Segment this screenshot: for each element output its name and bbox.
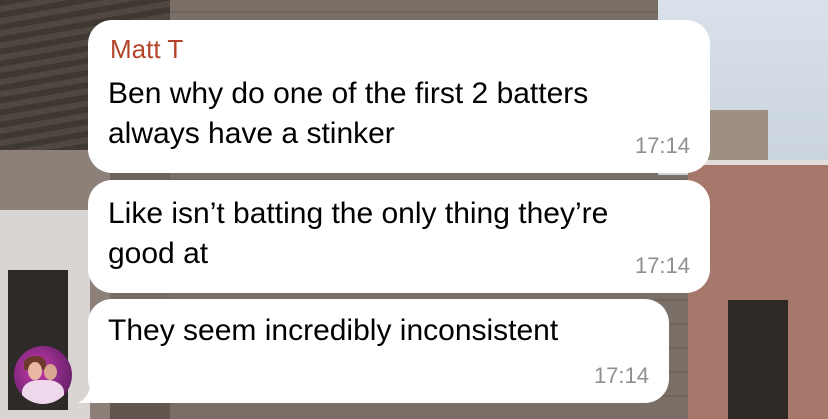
sender-avatar[interactable] (14, 346, 72, 404)
message-text: Like isn’t batting the only thing they’r… (108, 197, 609, 270)
message-bubble[interactable]: They seem incredibly inconsistent 17:14 (88, 299, 669, 403)
message-bubble[interactable]: Like isn’t batting the only thing they’r… (88, 180, 710, 293)
message-text: They seem incredibly inconsistent (108, 314, 559, 347)
avatar-face (44, 364, 57, 380)
sender-name[interactable]: Matt T (110, 34, 183, 65)
avatar-face (28, 362, 42, 380)
message-timestamp: 17:14 (593, 363, 649, 388)
message-text: Ben why do one of the first 2 batters al… (108, 77, 589, 150)
message-timestamp: 17:14 (634, 253, 690, 278)
message-bubble[interactable]: Matt T Ben why do one of the first 2 bat… (88, 20, 710, 173)
message-timestamp: 17:14 (634, 133, 690, 158)
avatar-figure (22, 380, 64, 404)
background-window (728, 300, 788, 419)
